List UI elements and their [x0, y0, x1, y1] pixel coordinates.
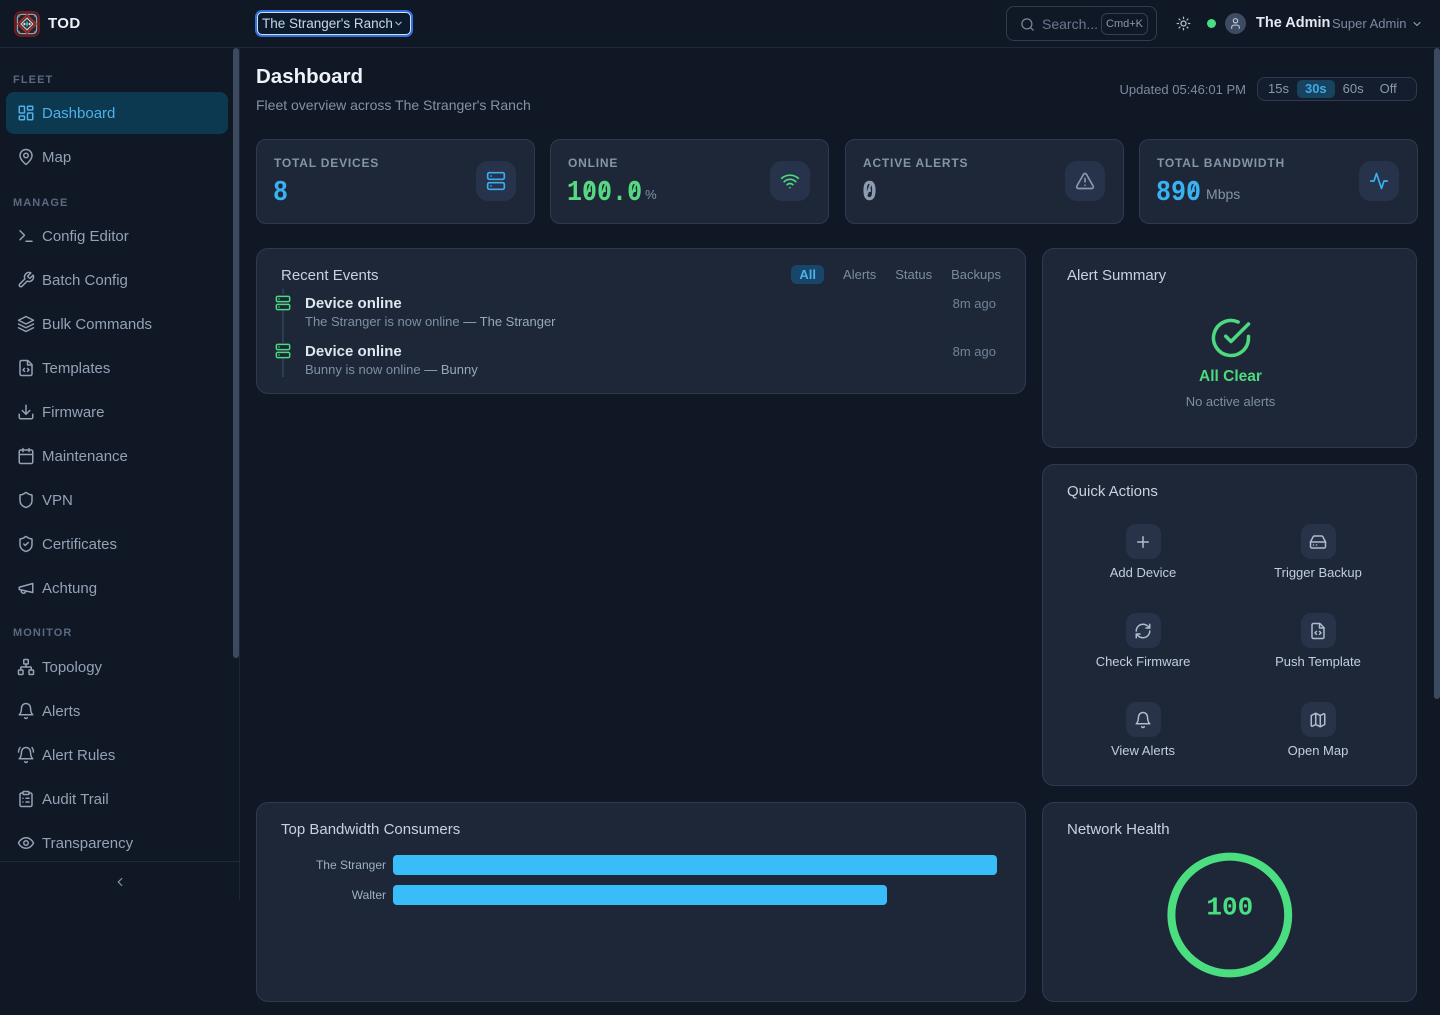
svg-text:100: 100 [1206, 892, 1253, 922]
